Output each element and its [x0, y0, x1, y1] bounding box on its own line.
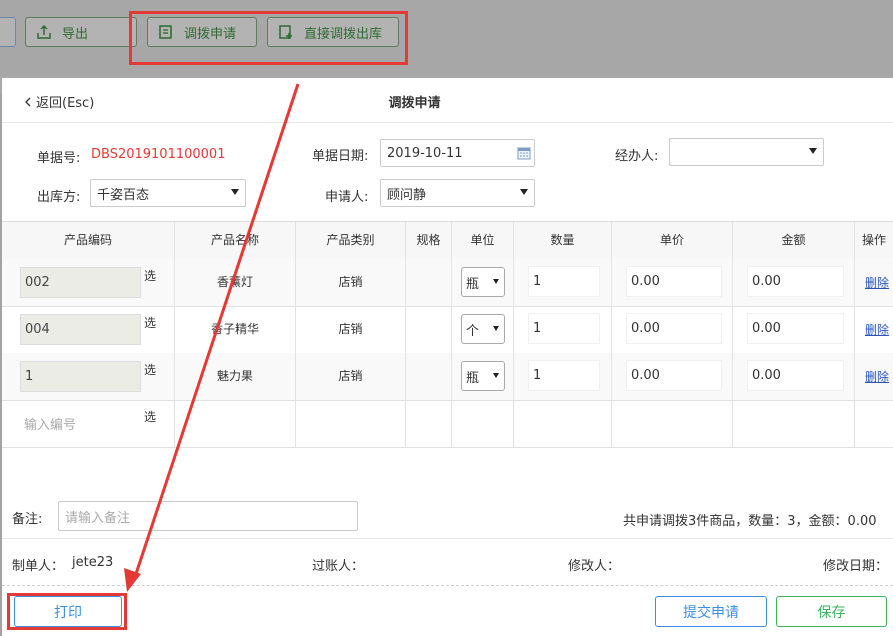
annotation-arrow	[124, 83, 300, 592]
